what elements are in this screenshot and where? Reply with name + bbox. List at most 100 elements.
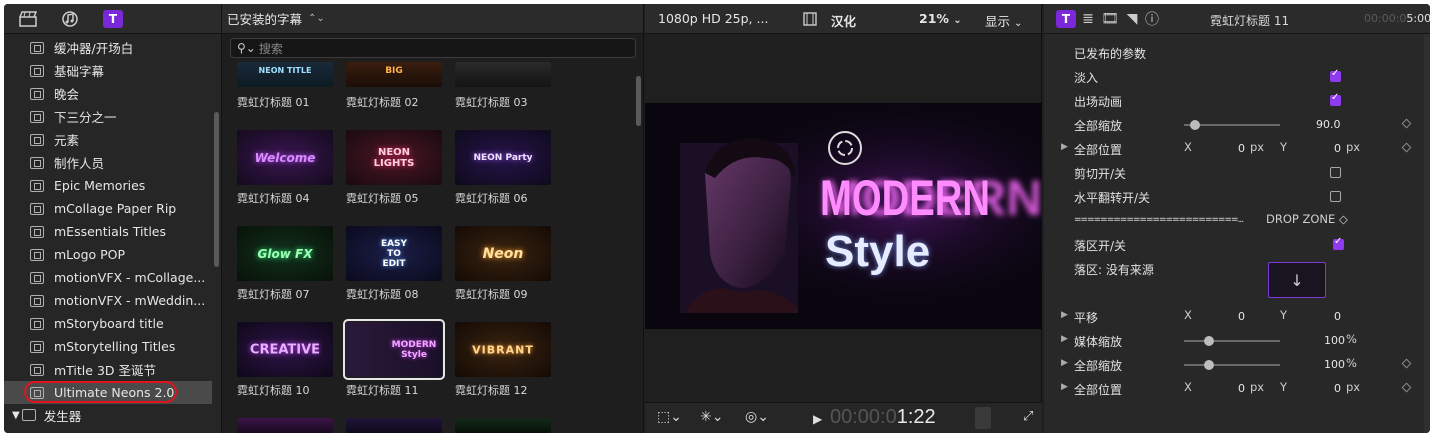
- title-thumbnail[interactable]: CREATIVE: [237, 322, 333, 377]
- sidebar-scrollbar[interactable]: [214, 112, 219, 267]
- title-icon: [30, 133, 44, 146]
- thumbnail-label: 霓虹灯标题 04: [237, 192, 310, 205]
- sidebar-group-generators[interactable]: ▼ 发生器: [4, 404, 212, 426]
- inspector-scrollbar[interactable]: [1424, 34, 1430, 433]
- viewer-canvas[interactable]: MODERN MODERN Style Style: [645, 103, 1042, 329]
- hanhua-label[interactable]: 汉化: [831, 11, 856, 30]
- info-icon[interactable]: ⓘ: [1142, 10, 1162, 28]
- exit-anim-checkbox[interactable]: [1330, 92, 1341, 106]
- title-thumbnail[interactable]: VIBRANT: [455, 322, 551, 377]
- sidebar-item[interactable]: mStorytelling Titles: [4, 335, 212, 358]
- title-thumbnail[interactable]: Welcome: [237, 130, 333, 185]
- clip-toggle-checkbox[interactable]: [1330, 167, 1341, 178]
- search-field[interactable]: ⚲⌄ 搜索: [230, 38, 636, 58]
- keyframe-icon[interactable]: [1401, 142, 1412, 153]
- sidebar-item[interactable]: 缓冲器/开场白: [4, 36, 212, 59]
- title-thumbnail[interactable]: [455, 418, 551, 433]
- music-photos-icon[interactable]: [60, 10, 80, 28]
- keyframe-icon[interactable]: [1401, 118, 1412, 129]
- color-inspector-icon[interactable]: ◥: [1122, 10, 1142, 28]
- title-inspector-icon[interactable]: T: [1056, 10, 1076, 28]
- drop-well[interactable]: ↓: [1268, 262, 1326, 298]
- category-list: 缓冲器/开场白 基础字幕 晚会 下三分之一 元素 制作人员 Epic Memor…: [4, 36, 212, 426]
- library-sidebar: T 缓冲器/开场白 基础字幕 晚会 下三分之一 元素 制作人员 Epic Mem…: [4, 4, 222, 433]
- media-scale-slider[interactable]: [1184, 336, 1280, 346]
- keyframe-icon[interactable]: [1401, 358, 1412, 369]
- fade-in-checkbox[interactable]: [1330, 68, 1341, 82]
- pos-y-value[interactable]: 0: [1334, 142, 1341, 155]
- title-thumbnail[interactable]: [237, 418, 333, 433]
- pos2-y-value[interactable]: 0: [1334, 382, 1341, 395]
- thumbnail-label: 霓虹灯标题 12: [455, 384, 528, 397]
- video-inspector-icon[interactable]: 🎞: [1100, 10, 1120, 28]
- sidebar-item[interactable]: motionVFX - mCollage...: [4, 266, 212, 289]
- inspector-title: 霓虹灯标题 11: [1210, 14, 1290, 28]
- play-icon[interactable]: ▶: [813, 412, 822, 426]
- pos-x-value[interactable]: 0: [1238, 142, 1245, 155]
- disclosure-triangle-icon[interactable]: ▶: [1061, 310, 1068, 320]
- scale-all-2-slider[interactable]: [1184, 360, 1280, 370]
- title-icon: [30, 110, 44, 123]
- sidebar-item[interactable]: 基础字幕: [4, 59, 212, 82]
- title-thumbnail[interactable]: [346, 418, 442, 433]
- retime-icon[interactable]: ◎⌄: [745, 409, 769, 425]
- audio-meter: [975, 407, 991, 429]
- zoom-menu[interactable]: 21% ⌄: [919, 11, 962, 26]
- param-position-all-2: ▶ 全部位置 X 0 px Y 0 px: [1044, 379, 1424, 399]
- sidebar-item[interactable]: 制作人员: [4, 151, 212, 174]
- media-scale-value[interactable]: 100: [1324, 334, 1345, 347]
- fullscreen-icon[interactable]: ⤢: [1023, 409, 1033, 424]
- enhance-wand-icon[interactable]: ✳⌄: [700, 409, 723, 425]
- keyframe-icon[interactable]: [1401, 382, 1412, 393]
- scale-all-2-value[interactable]: 100: [1324, 358, 1345, 371]
- title-thumbnail[interactable]: Neon: [455, 226, 551, 281]
- disclosure-triangle-icon[interactable]: ▼: [12, 410, 20, 421]
- thumbnail-label: 霓虹灯标题 01: [237, 96, 310, 109]
- disclosure-triangle-icon[interactable]: ▶: [1061, 142, 1068, 152]
- text-inspector-icon[interactable]: ≣: [1078, 10, 1098, 28]
- disclosure-triangle-icon[interactable]: ▶: [1061, 382, 1068, 392]
- sidebar-item[interactable]: 元素: [4, 128, 212, 151]
- title-thumbnail[interactable]: [455, 62, 551, 87]
- transform-icon[interactable]: ⬚⌄: [657, 409, 682, 425]
- title-thumbnail[interactable]: Glow FX: [237, 226, 333, 281]
- hflip-checkbox[interactable]: [1330, 191, 1341, 202]
- title-thumbnail[interactable]: NEON LIGHTS: [346, 130, 442, 185]
- sidebar-item[interactable]: mCollage Paper Rip: [4, 197, 212, 220]
- title-thumbnail[interactable]: EASY TO EDIT: [346, 226, 442, 281]
- thumbnail-label: 霓虹灯标题 07: [237, 288, 310, 301]
- pos2-x-value[interactable]: 0: [1238, 382, 1245, 395]
- fcp-window: T 缓冲器/开场白 基础字幕 晚会 下三分之一 元素 制作人员 Epic Mem…: [4, 4, 1430, 433]
- search-icon: ⚲⌄: [237, 41, 256, 55]
- scale-all-slider[interactable]: [1184, 120, 1280, 130]
- title-thumbnail[interactable]: BIG: [346, 62, 442, 87]
- sidebar-item[interactable]: Epic Memories: [4, 174, 212, 197]
- browser-header[interactable]: 已安装的字幕 ⌃⌄: [222, 4, 643, 34]
- sidebar-item[interactable]: mStoryboard title: [4, 312, 212, 335]
- drop-toggle-checkbox[interactable]: [1333, 236, 1344, 250]
- title-thumbnail-selected[interactable]: MODERN Style: [343, 319, 445, 380]
- titles-generators-icon[interactable]: T: [103, 10, 123, 28]
- disclosure-triangle-icon[interactable]: ▶: [1061, 334, 1068, 344]
- format-menu[interactable]: 1080p HD 25p, ...: [658, 11, 768, 26]
- sidebar-item[interactable]: 下三分之一: [4, 105, 212, 128]
- translate-y-value[interactable]: 0: [1334, 310, 1341, 323]
- param-fade-in: 淡入: [1044, 67, 1424, 87]
- sidebar-item[interactable]: mEssentials Titles: [4, 220, 212, 243]
- sidebar-item-ultimate-neons[interactable]: Ultimate Neons 2.0: [4, 381, 212, 404]
- display-menu[interactable]: 显示 ⌄: [985, 11, 1022, 30]
- sidebar-item[interactable]: mTitle 3D 圣诞节: [4, 358, 212, 381]
- title-icon: [30, 386, 44, 399]
- sidebar-item[interactable]: mLogo POP: [4, 243, 212, 266]
- scale-all-value[interactable]: 90.0: [1316, 118, 1341, 131]
- filmstrip-icon[interactable]: [803, 12, 817, 29]
- translate-x-value[interactable]: 0: [1238, 310, 1245, 323]
- browser-scrollbar[interactable]: [636, 76, 641, 126]
- title-thumbnail[interactable]: NEON Party: [455, 130, 551, 185]
- sidebar-item[interactable]: 晚会: [4, 82, 212, 105]
- disclosure-triangle-icon[interactable]: ▶: [1061, 358, 1068, 368]
- clapper-icon[interactable]: [18, 10, 38, 28]
- drop-zone-menu[interactable]: DROP ZONE ◇: [1266, 212, 1348, 226]
- title-thumbnail[interactable]: NEON TITLE: [237, 62, 333, 87]
- sidebar-item[interactable]: motionVFX - mWeddin...: [4, 289, 212, 312]
